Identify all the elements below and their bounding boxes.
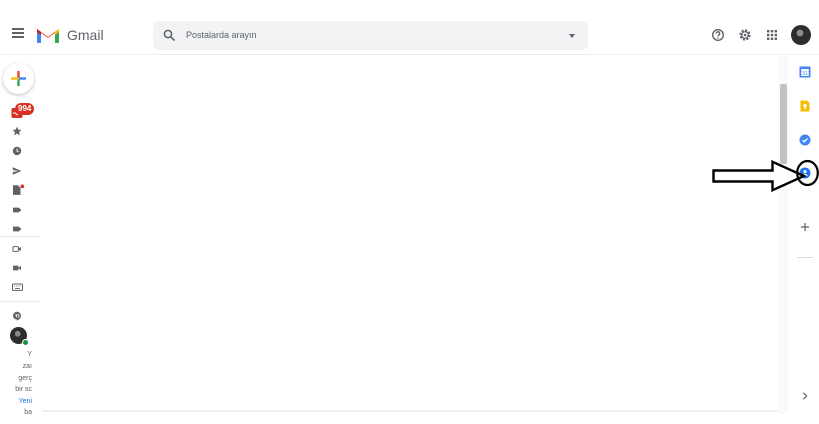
label-icon-2[interactable]: [12, 224, 22, 234]
search-bar[interactable]: Postalarda arayın: [153, 21, 588, 50]
online-status-dot: [22, 339, 29, 346]
plus-icon: [11, 71, 26, 86]
drafts-icon[interactable]: [12, 184, 25, 196]
join-meeting-icon[interactable]: [12, 263, 22, 273]
promo-link[interactable]: Yeni: [19, 398, 32, 405]
top-header: Gmail Postalarda arayın: [0, 0, 819, 55]
chat-promo-text: Y zaı gerç bir sc Yeni ba: [0, 348, 32, 416]
side-panel-divider: [797, 257, 813, 258]
side-panel: 31: [789, 56, 819, 424]
settings-icon[interactable]: [738, 28, 752, 42]
expand-icon[interactable]: [799, 390, 811, 402]
keep-icon[interactable]: [799, 100, 811, 112]
starred-icon[interactable]: [12, 126, 22, 136]
new-meeting-icon[interactable]: [12, 244, 22, 254]
main-content-area: [42, 56, 778, 412]
apps-grid-icon[interactable]: [765, 28, 779, 42]
snoozed-icon[interactable]: [12, 146, 22, 156]
label-icon[interactable]: [12, 205, 22, 215]
scrollbar-thumb[interactable]: [780, 84, 787, 164]
main-menu-icon[interactable]: [12, 28, 24, 38]
main-content-border: [42, 410, 778, 412]
keyboard-icon[interactable]: [12, 282, 23, 292]
app-name[interactable]: Gmail: [67, 27, 104, 43]
promo-line: ba: [24, 409, 32, 416]
rail-divider: [0, 236, 40, 237]
promo-line: Y: [27, 351, 32, 358]
annotation-circle-icon: [796, 159, 819, 187]
svg-text:31: 31: [802, 71, 808, 77]
promo-line: zaı: [22, 363, 32, 370]
hangouts-icon[interactable]: [12, 311, 22, 321]
sent-icon[interactable]: [12, 166, 22, 176]
search-icon[interactable]: [163, 29, 176, 42]
rail-divider-2: [0, 301, 40, 302]
promo-line: gerç: [18, 375, 32, 382]
search-options-icon[interactable]: [569, 34, 575, 38]
calendar-icon[interactable]: 31: [799, 66, 811, 78]
add-icon[interactable]: [799, 221, 811, 233]
help-icon[interactable]: [711, 28, 725, 42]
promo-line: bir sc: [15, 386, 32, 393]
search-input[interactable]: Postalarda arayın: [186, 30, 257, 40]
account-avatar[interactable]: [791, 25, 811, 45]
gmail-logo-icon[interactable]: [36, 26, 60, 44]
tasks-icon[interactable]: [799, 134, 811, 146]
inbox-unread-badge: 994: [15, 103, 35, 115]
annotation-arrow-icon: [712, 160, 806, 192]
compose-button[interactable]: [3, 63, 34, 94]
gmail-window: Gmail Postalarda arayın 994 Y zaı gerç b…: [0, 0, 819, 424]
